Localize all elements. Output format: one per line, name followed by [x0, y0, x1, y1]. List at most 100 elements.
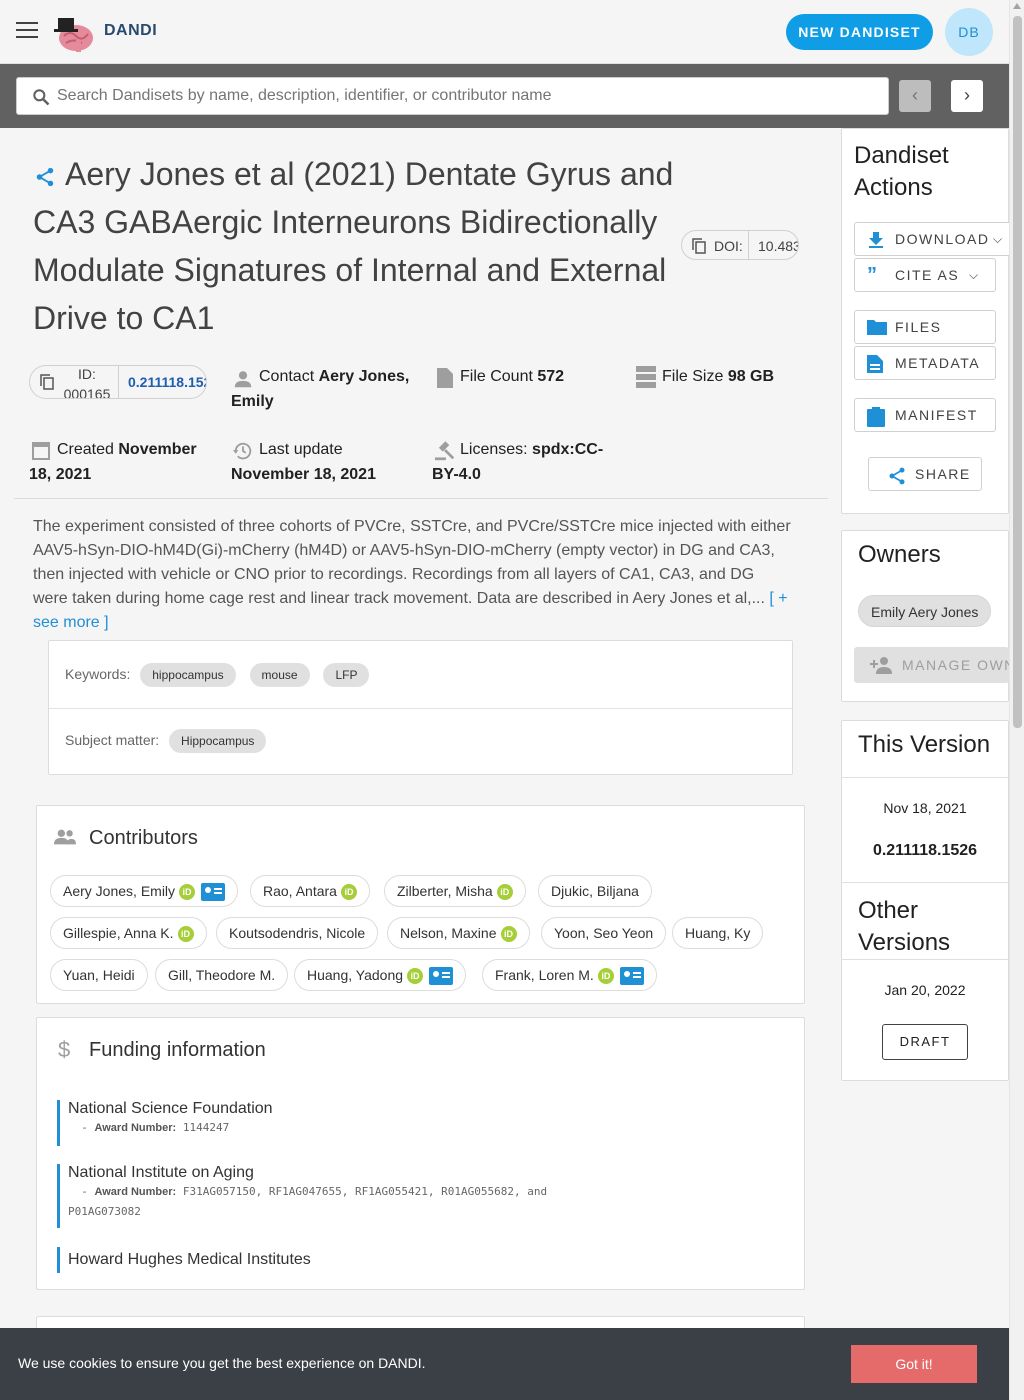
- chevron-left-icon: ‹: [912, 85, 918, 105]
- manifest-button[interactable]: MANIFEST: [854, 398, 996, 432]
- contact-card-icon[interactable]: [429, 967, 454, 986]
- user-avatar[interactable]: DB: [945, 8, 993, 56]
- award-number: - Award Number: 1144247: [68, 1121, 230, 1134]
- keyword-chip[interactable]: hippocampus: [140, 663, 236, 687]
- dollar-icon: $: [58, 1037, 71, 1062]
- orcid-icon[interactable]: iD: [340, 884, 357, 901]
- contributor-chip[interactable]: Frank, Loren M. iD: [482, 959, 657, 991]
- this-version-number[interactable]: 0.211118.1526: [842, 842, 1008, 860]
- files-button[interactable]: FILES: [854, 310, 996, 344]
- draft-button[interactable]: DRAFT: [882, 1024, 968, 1060]
- contributor-chip[interactable]: Aery Jones, Emily iD: [50, 875, 239, 907]
- contact-label: Contact: [259, 368, 315, 385]
- doi-value: 10.48324/dandi.000165/0.211118.1526: [758, 238, 798, 254]
- quote-icon: ”: [867, 264, 879, 286]
- keyword-chip[interactable]: LFP: [323, 663, 370, 687]
- share-button[interactable]: SHARE: [868, 457, 982, 491]
- contributor-chip[interactable]: Huang, Ky: [672, 917, 764, 949]
- subject-chip[interactable]: Hippocampus: [169, 729, 267, 753]
- funder-name: National Science Foundation: [68, 1100, 273, 1117]
- contributor-chip[interactable]: Rao, Antara iD: [250, 875, 370, 907]
- this-version-title: This Version: [858, 731, 991, 758]
- subject-row: Subject matter: Hippocampus: [65, 729, 267, 753]
- contact-name[interactable]: Aery Jones, Emily: [231, 368, 409, 410]
- keywords-row: Keywords: hippocampus mouse LFP: [65, 663, 370, 687]
- updated-date: November 18, 2021: [231, 466, 376, 483]
- contact-card-icon[interactable]: [201, 883, 226, 902]
- manage-owners-button[interactable]: MANAGE OWNERS: [854, 647, 1009, 683]
- keyword-chip[interactable]: mouse: [249, 663, 310, 687]
- divider: [14, 498, 828, 499]
- other-version-date[interactable]: Jan 20, 2022: [842, 982, 1008, 998]
- search-bar: ‹ ›: [0, 64, 1009, 128]
- orcid-icon[interactable]: iD: [496, 884, 513, 901]
- cite-as-button[interactable]: ” CITE AS ⌵: [854, 258, 996, 292]
- contributor-chip[interactable]: Gillespie, Anna K. iD: [50, 917, 207, 949]
- contributor-chip[interactable]: Yuan, Heidi: [50, 959, 148, 991]
- prev-page-button[interactable]: ‹: [899, 80, 931, 112]
- keywords-card: Keywords: hippocampus mouse LFP Subject …: [48, 640, 793, 775]
- funder-item: Howard Hughes Medical Institutes: [57, 1247, 311, 1273]
- menu-icon[interactable]: [16, 22, 38, 40]
- file-size-value: 98 GB: [727, 368, 775, 385]
- search-icon: [33, 89, 50, 106]
- dandiset-title: Aery Jones et al (2021) Dentate Gyrus an…: [33, 156, 674, 336]
- cookie-text: We use cookies to ensure you get the bes…: [18, 1355, 426, 1371]
- updated-label: Last update: [259, 441, 343, 458]
- contributors-title: Contributors: [89, 827, 198, 849]
- download-button[interactable]: DOWNLOAD ⌵: [854, 222, 1014, 256]
- cookie-banner: We use cookies to ensure you get the bes…: [0, 1328, 1009, 1400]
- cookie-accept-button[interactable]: Got it!: [851, 1345, 977, 1383]
- contributor-chip[interactable]: Djukic, Biljana: [538, 875, 652, 907]
- app-bar: DANDI NEW DANDISET DB: [0, 0, 1009, 64]
- funding-title: Funding information: [89, 1039, 266, 1061]
- contributor-chip[interactable]: Huang, Yadong iD: [294, 959, 467, 991]
- orcid-icon[interactable]: iD: [179, 884, 196, 901]
- owner-chip[interactable]: Emily Aery Jones: [858, 595, 992, 627]
- file-count-label: File Count: [460, 368, 533, 385]
- folder-icon: [867, 320, 887, 335]
- dandi-logo[interactable]: [52, 10, 96, 54]
- contributor-chip[interactable]: Nelson, Maxine iD: [387, 917, 530, 949]
- chevron-right-icon: ›: [964, 85, 970, 105]
- keywords-label: Keywords:: [65, 666, 131, 682]
- file-size-label: File Size: [662, 368, 724, 385]
- contact-card-icon[interactable]: [619, 967, 644, 986]
- id-chip[interactable]: ID: 000165 0.211118.1526: [29, 365, 207, 399]
- dandiset-description: The experiment consisted of three cohort…: [33, 515, 793, 635]
- document-icon: [867, 355, 883, 373]
- contributor-chip[interactable]: Zilberter, Misha iD: [384, 875, 526, 907]
- scroll-up-arrow-icon[interactable]: [1013, 3, 1021, 9]
- new-dandiset-button[interactable]: NEW DANDISET: [786, 14, 933, 50]
- share-icon: [889, 467, 905, 485]
- funder-name: National Institute on Aging: [68, 1164, 254, 1181]
- orcid-icon[interactable]: iD: [407, 968, 424, 985]
- file-count: File Count 572: [460, 364, 564, 389]
- contributor-chip[interactable]: Yoon, Seo Yeon: [541, 917, 667, 949]
- contributor-chip[interactable]: Gill, Theodore M.: [155, 959, 289, 991]
- this-version-date[interactable]: Nov 18, 2021: [842, 800, 1008, 816]
- other-versions-title: Other Versions: [858, 897, 951, 956]
- contributor-chip[interactable]: Koutsodendris, Nicole: [216, 917, 379, 949]
- funder-item: National Institute on Aging - Award Numb…: [57, 1164, 568, 1228]
- scrollbar[interactable]: [1009, 0, 1024, 1400]
- owners-title: Owners: [858, 541, 941, 568]
- created-info: Created November 18, 2021: [29, 437, 209, 487]
- doi-chip[interactable]: DOI: 10.48324/dandi.000165/0.211118.1526: [681, 230, 799, 260]
- scrollbar-thumb[interactable]: [1013, 16, 1022, 728]
- orcid-icon[interactable]: iD: [500, 926, 517, 943]
- brand-name[interactable]: DANDI: [104, 22, 157, 40]
- orcid-icon[interactable]: iD: [177, 926, 194, 943]
- award-number: - Award Number: F31AG057150, RF1AG047655…: [68, 1185, 548, 1218]
- people-icon: [54, 829, 76, 845]
- funder-name: Howard Hughes Medical Institutes: [68, 1251, 311, 1268]
- orcid-icon[interactable]: iD: [597, 968, 614, 985]
- licenses-info: Licenses: spdx:CC-BY-4.0: [432, 437, 612, 487]
- chevron-down-icon: ⌵: [993, 232, 1004, 246]
- next-page-button[interactable]: ›: [951, 80, 983, 112]
- created-label: Created: [57, 441, 114, 458]
- search-input[interactable]: [57, 78, 877, 114]
- copy-icon[interactable]: [40, 374, 54, 390]
- copy-icon[interactable]: [692, 238, 706, 254]
- metadata-button[interactable]: METADATA: [854, 346, 996, 380]
